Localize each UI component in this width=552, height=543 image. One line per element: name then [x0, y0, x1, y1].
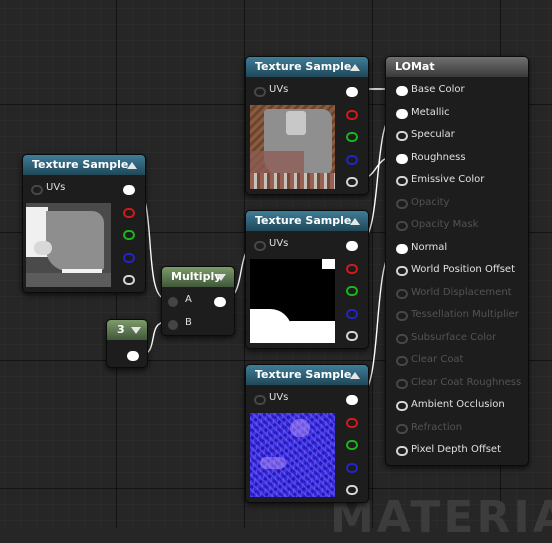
collapse-arrow-icon[interactable] — [350, 372, 360, 379]
red-output-pin[interactable] — [346, 110, 358, 120]
material-input-pin[interactable] — [396, 311, 408, 321]
uvs-input-pin[interactable] — [254, 87, 266, 97]
texture-preview — [250, 259, 335, 343]
material-input-pin[interactable] — [396, 176, 408, 186]
blue-output-pin[interactable] — [346, 155, 358, 165]
material-input-label: Metallic — [411, 106, 450, 118]
material-input-pin[interactable] — [396, 356, 408, 366]
uvs-label: UVs — [269, 84, 289, 95]
texture-preview — [250, 105, 335, 189]
texture-sample-node-4[interactable]: Texture Sample UVs — [245, 364, 369, 503]
alpha-output-pin[interactable] — [346, 485, 358, 495]
green-output-pin[interactable] — [346, 440, 358, 450]
texture-preview — [250, 413, 335, 497]
material-input-label: Pixel Depth Offset — [411, 444, 501, 455]
value-output-pin[interactable] — [127, 351, 139, 361]
material-input-label: Opacity — [411, 196, 450, 208]
material-title[interactable]: LOMat — [386, 57, 528, 77]
material-input-pin[interactable] — [396, 446, 408, 456]
red-output-pin[interactable] — [346, 418, 358, 428]
uvs-label: UVs — [269, 238, 289, 249]
alpha-output-pin[interactable] — [346, 331, 358, 341]
rgb-output-pin[interactable] — [346, 87, 358, 97]
material-input-pin[interactable] — [396, 266, 408, 276]
material-input-label: World Displacement — [411, 286, 512, 298]
multiply-node[interactable]: Multiply A B — [161, 266, 235, 336]
alpha-output-pin[interactable] — [123, 275, 135, 285]
material-input-pin[interactable] — [396, 153, 408, 164]
material-input-pin[interactable] — [396, 198, 408, 209]
material-input-pin[interactable] — [396, 243, 408, 254]
rgb-output-pin[interactable] — [346, 241, 358, 251]
material-input-pin[interactable] — [396, 423, 408, 434]
uvs-label: UVs — [269, 392, 289, 403]
uvs-input-pin[interactable] — [31, 185, 43, 195]
material-input-pin[interactable] — [396, 86, 408, 96]
constant-node[interactable]: 3 — [106, 319, 148, 368]
material-input-label: Ambient Occlusion — [411, 399, 505, 410]
material-input-pin[interactable] — [396, 333, 408, 344]
material-input-pin[interactable] — [396, 378, 408, 389]
red-output-pin[interactable] — [346, 264, 358, 274]
collapse-arrow-icon[interactable] — [127, 162, 137, 169]
collapse-arrow-icon[interactable] — [131, 327, 141, 334]
material-input-label: Refraction — [411, 421, 463, 433]
material-input-label: Base Color — [411, 84, 465, 95]
material-input-pin[interactable] — [396, 131, 408, 141]
material-input-label: Tessellation Multiplier — [411, 309, 519, 320]
material-input-pin[interactable] — [396, 108, 408, 119]
material-input-label: Specular — [411, 129, 455, 140]
input-a-label: A — [185, 294, 192, 305]
material-input-pin[interactable] — [396, 288, 408, 299]
input-b-pin[interactable] — [168, 320, 178, 330]
alpha-output-pin[interactable] — [346, 177, 358, 187]
material-input-label: Opacity Mask — [411, 219, 479, 230]
blue-output-pin[interactable] — [346, 309, 358, 319]
green-output-pin[interactable] — [123, 230, 135, 240]
texture-sample-node-1[interactable]: Texture Sample UVs — [22, 154, 146, 293]
rgb-output-pin[interactable] — [123, 185, 135, 195]
uvs-input-pin[interactable] — [254, 241, 266, 251]
material-input-label: Emissive Color — [411, 174, 485, 185]
green-output-pin[interactable] — [346, 132, 358, 142]
material-result-node[interactable]: LOMat Base Color Metallic Specular Roughnes… — [385, 56, 529, 466]
material-input-label: Normal — [411, 241, 448, 253]
material-input-label: Clear Coat Roughness — [411, 376, 522, 388]
collapse-arrow-icon[interactable] — [216, 274, 226, 281]
blue-output-pin[interactable] — [123, 253, 135, 263]
material-input-pin[interactable] — [396, 221, 408, 231]
material-input-pin[interactable] — [396, 401, 408, 411]
collapse-arrow-icon[interactable] — [350, 64, 360, 71]
blue-output-pin[interactable] — [346, 463, 358, 473]
texture-preview — [26, 203, 111, 287]
input-b-label: B — [185, 317, 192, 328]
uvs-label: UVs — [46, 182, 66, 193]
red-output-pin[interactable] — [123, 208, 135, 218]
material-input-label: Clear Coat — [411, 354, 464, 365]
result-output-pin[interactable] — [214, 297, 226, 307]
rgb-output-pin[interactable] — [346, 395, 358, 405]
collapse-arrow-icon[interactable] — [350, 218, 360, 225]
constant-value[interactable]: 3 — [107, 320, 147, 340]
texture-sample-node-2[interactable]: Texture Sample UVs — [245, 56, 369, 195]
material-input-label: World Position Offset — [411, 264, 515, 275]
input-a-pin[interactable] — [168, 297, 178, 307]
texture-sample-node-3[interactable]: Texture Sample UVs — [245, 210, 369, 349]
material-input-label: Roughness — [411, 151, 466, 163]
material-input-label: Subsurface Color — [411, 331, 497, 343]
green-output-pin[interactable] — [346, 286, 358, 296]
uvs-input-pin[interactable] — [254, 395, 266, 405]
